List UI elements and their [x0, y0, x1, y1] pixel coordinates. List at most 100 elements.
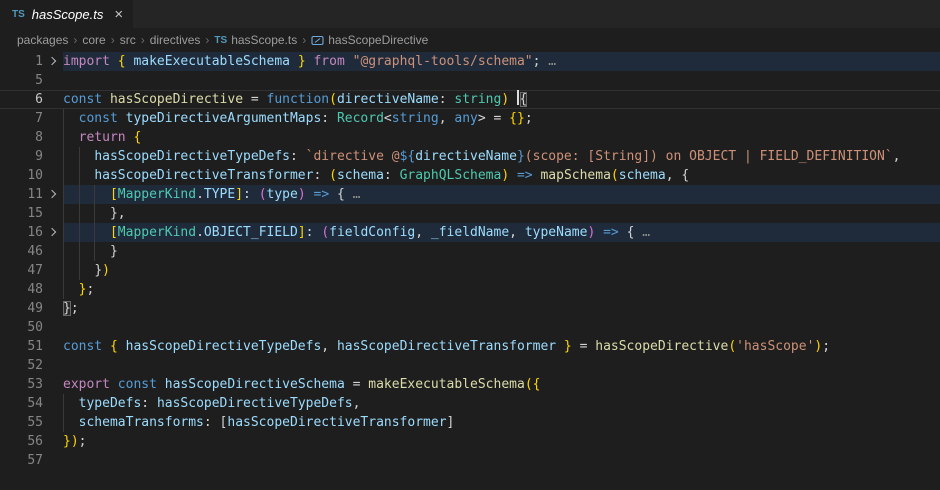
code-token: > =	[478, 111, 509, 126]
code-area[interactable]: 1 import { makeExecutableSchema } from "@…	[0, 52, 940, 470]
code-line[interactable]: 55schemaTransforms: [hasScopeDirectiveTr…	[0, 413, 940, 432]
fold-gutter	[43, 242, 63, 261]
line-number: 5	[0, 71, 43, 90]
breadcrumb-separator: ›	[205, 33, 209, 47]
code-text: import { makeExecutableSchema } from "@g…	[63, 52, 940, 71]
code-token: {	[337, 187, 345, 202]
chevron-right-icon[interactable]	[43, 52, 63, 71]
code-token: schema	[619, 168, 666, 183]
code-text	[63, 71, 940, 90]
fold-gutter	[43, 166, 63, 185]
code-line[interactable]: 5	[0, 71, 940, 90]
indent-guide	[79, 147, 95, 166]
code-line[interactable]: 6const hasScopeDirective = function(dire…	[0, 90, 940, 109]
close-icon[interactable]: ×	[114, 7, 123, 22]
indent-guide	[79, 242, 95, 261]
fold-gutter	[43, 128, 63, 147]
code-text: [MapperKind.TYPE]: (type) => { …	[63, 185, 940, 204]
breadcrumb-item-core[interactable]: core	[82, 33, 105, 47]
code-token: )	[501, 92, 509, 107]
chevron-right-icon[interactable]	[43, 223, 63, 242]
breadcrumb-separator: ›	[302, 33, 306, 47]
code-token: }	[517, 149, 525, 164]
line-number: 49	[0, 299, 43, 318]
code-token: ;	[71, 301, 79, 316]
code-token: hasScopeDirective	[110, 92, 243, 107]
tab-hasscope[interactable]: TS hasScope.ts ×	[0, 0, 133, 28]
code-line[interactable]: 1 import { makeExecutableSchema } from "@…	[0, 52, 940, 71]
code-line[interactable]: 57	[0, 451, 940, 470]
code-token: `directive @	[306, 149, 400, 164]
indent-guide	[79, 223, 95, 242]
line-number: 15	[0, 204, 43, 223]
indent-guide	[94, 185, 110, 204]
code-line[interactable]: 48};	[0, 280, 940, 299]
code-token: directiveName	[337, 92, 439, 107]
code-text: schemaTransforms: [hasScopeDirectiveTran…	[63, 413, 940, 432]
chevron-right-icon[interactable]	[43, 185, 63, 204]
code-line[interactable]: 56});	[0, 432, 940, 451]
indent-guide	[63, 280, 79, 299]
code-token: …	[540, 54, 556, 69]
code-line[interactable]: 54typeDefs: hasScopeDirectiveTypeDefs,	[0, 394, 940, 413]
breadcrumb-item-file[interactable]: TS hasScope.ts	[214, 33, 297, 47]
text-cursor	[517, 90, 519, 105]
code-token: =	[345, 377, 368, 392]
code-line[interactable]: 15},	[0, 204, 940, 223]
breadcrumb-item-directives[interactable]: directives	[150, 33, 201, 47]
code-token: hasScopeDirectiveTransformer	[227, 415, 446, 430]
breadcrumb-item-symbol[interactable]: hasScopeDirective	[311, 33, 428, 47]
code-token: :	[290, 149, 306, 164]
code-line[interactable]: 50	[0, 318, 940, 337]
fold-gutter	[43, 356, 63, 375]
code-token: {	[118, 54, 134, 69]
code-line[interactable]: 46}	[0, 242, 940, 261]
code-token: hasScopeDirectiveTypeDefs	[157, 396, 353, 411]
line-number: 51	[0, 337, 43, 356]
code-token: …	[345, 187, 361, 202]
code-token: ({	[525, 377, 541, 392]
code-line[interactable]: 16[MapperKind.OBJECT_FIELD]: (fieldConfi…	[0, 223, 940, 242]
code-line[interactable]: 8return {	[0, 128, 940, 147]
code-text	[63, 451, 940, 470]
code-token: ,	[353, 396, 361, 411]
code-text: hasScopeDirectiveTypeDefs: `directive @$…	[63, 147, 940, 166]
code-token: hasScopeDirectiveTransformer	[94, 168, 313, 183]
fold-gutter	[43, 90, 63, 109]
indent-guide	[63, 413, 79, 432]
code-line[interactable]: 7const typeDirectiveArgumentMaps: Record…	[0, 109, 940, 128]
code-text: const hasScopeDirective = function(direc…	[63, 90, 940, 109]
line-number: 52	[0, 356, 43, 375]
tab-bar: TS hasScope.ts ×	[0, 0, 940, 28]
code-token: mapSchema	[540, 168, 610, 183]
indent-guide	[79, 204, 95, 223]
code-text: const typeDirectiveArgumentMaps: Record<…	[63, 109, 940, 128]
code-line[interactable]: 51const { hasScopeDirectiveTypeDefs, has…	[0, 337, 940, 356]
code-token: function	[267, 92, 330, 107]
breadcrumb-item-packages[interactable]: packages	[17, 33, 68, 47]
fold-gutter	[43, 337, 63, 356]
line-number: 11	[0, 185, 43, 204]
code-token: directiveName	[415, 149, 517, 164]
code-line[interactable]: 53export const hasScopeDirectiveSchema =…	[0, 375, 940, 394]
indent-guide	[94, 204, 110, 223]
fold-gutter	[43, 299, 63, 318]
code-token: MapperKind	[118, 225, 196, 240]
code-token: typeName	[525, 225, 588, 240]
line-number: 1	[0, 52, 43, 71]
code-token: ;	[86, 282, 94, 297]
code-token: ]	[235, 187, 243, 202]
code-line[interactable]: 52	[0, 356, 940, 375]
breadcrumb-item-src[interactable]: src	[120, 33, 136, 47]
code-token: string	[392, 111, 439, 126]
code-line[interactable]: 9hasScopeDirectiveTypeDefs: `directive @…	[0, 147, 940, 166]
code-line[interactable]: 10hasScopeDirectiveTransformer: (schema:…	[0, 166, 940, 185]
code-line[interactable]: 47})	[0, 261, 940, 280]
code-token: :	[243, 187, 259, 202]
breadcrumb-separator: ›	[141, 33, 145, 47]
code-token: }	[290, 54, 306, 69]
code-token: )	[298, 187, 306, 202]
code-line[interactable]: 49};	[0, 299, 940, 318]
code-line[interactable]: 11 [MapperKind.TYPE]: (type) => { …	[0, 185, 940, 204]
fold-gutter	[43, 394, 63, 413]
